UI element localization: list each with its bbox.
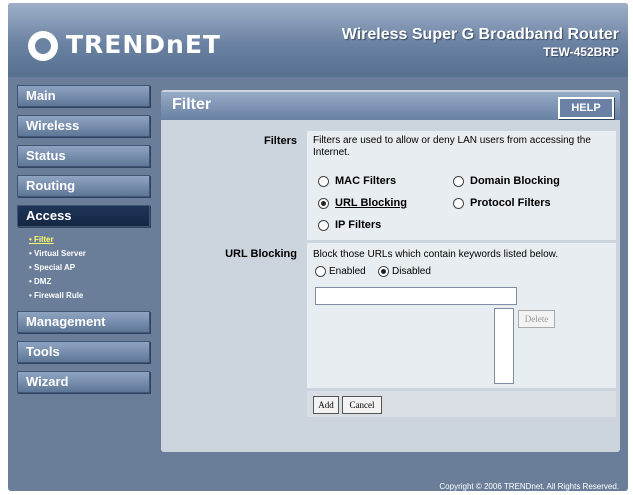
title-bar bbox=[161, 92, 620, 120]
keyword-list[interactable] bbox=[494, 308, 514, 384]
subnav-special-ap-label: Special AP bbox=[34, 263, 76, 272]
url-blocking-radio[interactable] bbox=[318, 197, 329, 209]
delete-button[interactable]: Delete bbox=[518, 310, 555, 328]
subnav-firewall-rule-label: Firewall Rule bbox=[34, 291, 84, 300]
nav-routing[interactable]: Routing bbox=[17, 175, 150, 197]
subnav-firewall-rule[interactable]: • Firewall Rule bbox=[29, 289, 150, 303]
ip-filters-label: IP Filters bbox=[335, 219, 382, 231]
subnav-virtual-server[interactable]: • Virtual Server bbox=[29, 247, 150, 261]
nav-main[interactable]: Main bbox=[17, 85, 150, 107]
mac-filters-label: MAC Filters bbox=[335, 175, 397, 187]
nav-access[interactable]: Access bbox=[17, 205, 150, 227]
subnav-filter[interactable]: • Filter bbox=[29, 233, 150, 247]
ip-filters-option[interactable]: IP Filters bbox=[318, 219, 381, 231]
product-name: Wireless Super G Broadband Router bbox=[341, 26, 619, 43]
domain-blocking-option[interactable]: Domain Blocking bbox=[453, 175, 560, 187]
filters-description: Filters are used to allow or deny LAN us… bbox=[313, 135, 591, 158]
nav-wizard[interactable]: Wizard bbox=[17, 371, 150, 393]
protocol-filters-option[interactable]: Protocol Filters bbox=[453, 197, 551, 209]
enabled-label: Enabled bbox=[329, 266, 366, 278]
help-button[interactable]: HELP bbox=[558, 97, 614, 119]
subnav-dmz-label: DMZ bbox=[34, 277, 52, 286]
url-blocking-description: Block those URLs which contain keywords … bbox=[313, 249, 559, 260]
mac-filters-option[interactable]: MAC Filters bbox=[318, 175, 396, 187]
nav-tools[interactable]: Tools bbox=[17, 341, 150, 363]
actions-spacer-cell bbox=[170, 391, 301, 417]
enabled-radio[interactable] bbox=[315, 266, 326, 277]
subnav-filter-label: Filter bbox=[34, 235, 54, 244]
disabled-radio[interactable] bbox=[378, 266, 389, 277]
protocol-filters-label: Protocol Filters bbox=[470, 197, 551, 209]
filters-label: Filters bbox=[263, 135, 297, 147]
url-blocking-section-label: URL Blocking bbox=[225, 248, 297, 260]
domain-blocking-label: Domain Blocking bbox=[470, 175, 560, 187]
access-subnav: • Filter • Virtual Server • Special AP •… bbox=[17, 233, 150, 303]
url-blocking-label: URL Blocking bbox=[335, 197, 407, 209]
add-button[interactable]: Add bbox=[313, 396, 339, 414]
url-blocking-field-cell: Block those URLs which contain keywords … bbox=[307, 243, 616, 388]
model-number: TEW-452BRP bbox=[543, 45, 619, 59]
disabled-label: Disabled bbox=[392, 266, 431, 278]
nav-status[interactable]: Status bbox=[17, 145, 150, 167]
ip-filters-radio[interactable] bbox=[318, 219, 329, 231]
mac-filters-radio[interactable] bbox=[318, 175, 329, 187]
disabled-option[interactable]: Disabled bbox=[378, 266, 431, 277]
subnav-virtual-server-label: Virtual Server bbox=[34, 249, 86, 258]
filters-label-cell: Filters bbox=[170, 131, 301, 240]
subnav-dmz[interactable]: • DMZ bbox=[29, 275, 150, 289]
nav-wireless[interactable]: Wireless bbox=[17, 115, 150, 137]
cancel-button[interactable]: Cancel bbox=[342, 396, 382, 414]
enabled-option[interactable]: Enabled bbox=[315, 266, 366, 277]
url-blocking-option[interactable]: URL Blocking bbox=[318, 197, 407, 209]
url-blocking-label-cell: URL Blocking bbox=[170, 243, 301, 388]
keyword-input[interactable] bbox=[315, 287, 517, 305]
page-title: Filter bbox=[172, 96, 212, 113]
brand-logo: TRENDnET bbox=[66, 30, 221, 59]
nav-management[interactable]: Management bbox=[17, 311, 150, 333]
logo-inner-icon bbox=[35, 38, 51, 54]
subnav-special-ap[interactable]: • Special AP bbox=[29, 261, 150, 275]
domain-blocking-radio[interactable] bbox=[453, 175, 464, 187]
copyright: Copyright © 2006 TRENDnet. All Rights Re… bbox=[439, 482, 619, 491]
sidebar: Main Wireless Status Routing Access • Fi… bbox=[17, 85, 150, 401]
protocol-filters-radio[interactable] bbox=[453, 197, 464, 209]
